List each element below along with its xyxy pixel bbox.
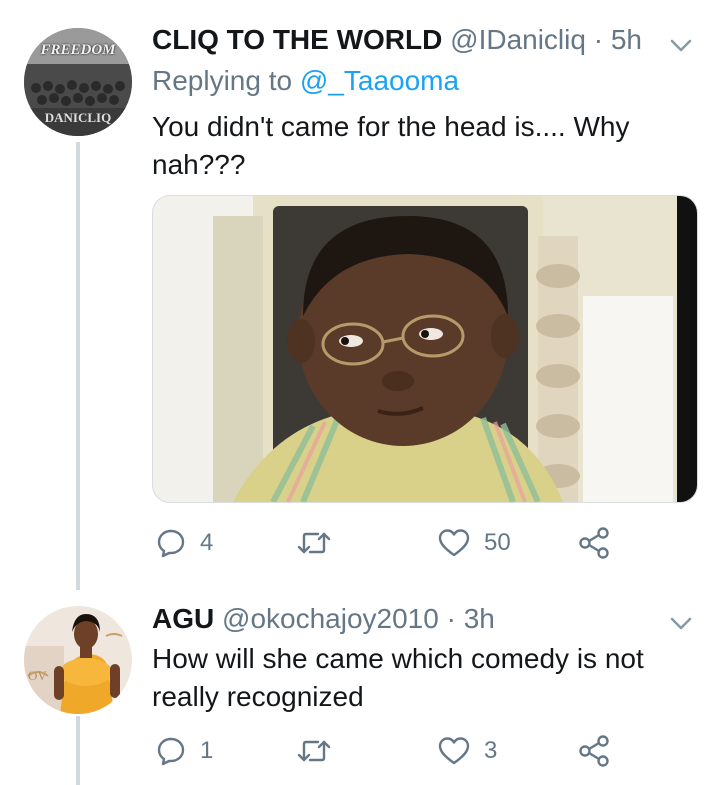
retweet-button[interactable] xyxy=(296,523,346,563)
tweet-actions: 4 50 xyxy=(152,523,632,563)
heart-icon xyxy=(438,529,470,557)
separator-dot: · xyxy=(593,24,604,55)
display-name[interactable]: CLIQ TO THE WORLD xyxy=(152,24,442,55)
share-button[interactable] xyxy=(578,731,610,771)
tweet-header: CLIQ TO THE WORLD @IDanicliq · 5h xyxy=(152,24,642,56)
reply-button[interactable]: 1 xyxy=(156,731,213,771)
retweet-icon xyxy=(297,740,331,762)
like-button[interactable]: 50 xyxy=(438,523,511,563)
share-button[interactable] xyxy=(578,523,610,563)
thread-line xyxy=(76,716,80,785)
tweet-media[interactable] xyxy=(152,195,698,503)
tweet-text: How will she came which comedy is not re… xyxy=(152,643,644,712)
user-handle[interactable]: @IDanicliq xyxy=(450,24,586,55)
mention-link[interactable]: @_Taaooma xyxy=(300,65,459,96)
reply-icon xyxy=(157,529,185,558)
avatar[interactable]: OV xyxy=(24,606,132,714)
replying-to: Replying to @_Taaooma xyxy=(152,65,459,97)
retweet-icon xyxy=(297,532,331,554)
reply-count: 1 xyxy=(200,737,214,764)
tweet[interactable]: OV AGU @okochajoy2010 · 3h How will she … xyxy=(0,590,720,785)
tweet[interactable]: FREEDOM DANICLIQ CLIQ TO THE WORLD @IDan… xyxy=(0,0,720,590)
reply-count: 4 xyxy=(200,529,214,556)
retweet-button[interactable] xyxy=(296,731,346,771)
tweet-actions: 1 3 xyxy=(152,731,632,771)
avatar-image xyxy=(24,606,132,714)
thread-line xyxy=(76,142,80,590)
tweet-header: AGU @okochajoy2010 · 3h xyxy=(152,603,495,635)
reply-icon xyxy=(157,737,185,766)
avatar-caption-bottom: DANICLIQ xyxy=(44,110,112,125)
timestamp[interactable]: 3h xyxy=(464,603,495,634)
reply-button[interactable]: 4 xyxy=(156,523,213,563)
user-handle[interactable]: @okochajoy2010 xyxy=(222,603,439,634)
tweet-text: You didn't came for the head is.... Why … xyxy=(152,111,630,180)
photo xyxy=(153,196,697,502)
chevron-down-icon[interactable] xyxy=(668,610,694,636)
like-button[interactable]: 3 xyxy=(438,731,497,771)
avatar-caption-top: FREEDOM xyxy=(40,42,116,58)
display-name[interactable]: AGU xyxy=(152,603,214,634)
share-icon xyxy=(579,527,609,559)
avatar[interactable]: FREEDOM DANICLIQ xyxy=(24,28,132,136)
timestamp[interactable]: 5h xyxy=(611,24,642,55)
heart-icon xyxy=(438,737,470,765)
avatar-backdrop-text: OV xyxy=(28,668,47,683)
like-count: 50 xyxy=(484,529,511,556)
separator-dot: · xyxy=(446,603,456,634)
like-count: 3 xyxy=(484,737,498,764)
share-icon xyxy=(579,735,609,767)
chevron-down-icon[interactable] xyxy=(668,32,694,58)
replying-to-label: Replying to xyxy=(152,65,293,96)
